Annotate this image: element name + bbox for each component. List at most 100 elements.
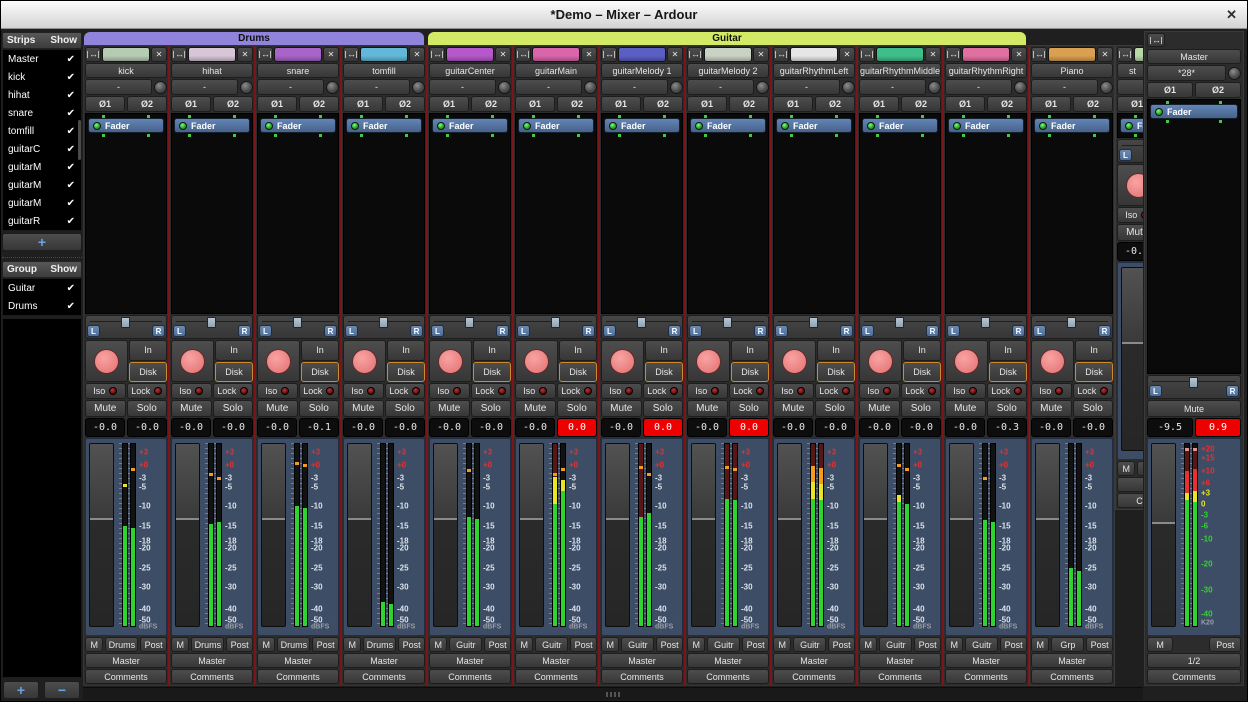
phase-invert-2-button[interactable]: Ø2 bbox=[471, 96, 511, 112]
trim-button[interactable]: - bbox=[601, 79, 668, 95]
panner-handle[interactable] bbox=[551, 317, 560, 328]
trim-knob[interactable] bbox=[670, 81, 683, 94]
visibility-checkbox[interactable]: ✔ bbox=[67, 216, 75, 227]
comments-button[interactable]: Comments bbox=[601, 669, 683, 684]
group-button[interactable]: Drums bbox=[363, 637, 396, 652]
panner-handle[interactable] bbox=[723, 317, 732, 328]
strip-close-button[interactable]: ✕ bbox=[323, 47, 339, 62]
master-send-button[interactable]: M bbox=[945, 637, 963, 652]
processor-box[interactable]: Fader bbox=[85, 113, 167, 314]
track-name-button[interactable]: guitarCenter bbox=[429, 63, 511, 78]
monitor-input-button[interactable]: In bbox=[989, 340, 1027, 361]
strip-width-button[interactable]: ↔ bbox=[1147, 33, 1165, 47]
solo-lock-button[interactable]: Lock bbox=[643, 383, 684, 399]
track-color-swatch[interactable] bbox=[446, 47, 494, 62]
gain-fader[interactable] bbox=[605, 443, 630, 627]
mute-button[interactable]: Mute bbox=[945, 400, 986, 417]
output-button[interactable]: Master bbox=[515, 653, 597, 668]
trim-knob[interactable] bbox=[240, 81, 253, 94]
gain-display[interactable]: -0.0 bbox=[859, 418, 899, 437]
phase-invert-1-button[interactable]: Ø1 bbox=[429, 96, 469, 112]
panner-widget[interactable]: LR bbox=[257, 315, 339, 339]
phase-invert-2-button[interactable]: Ø2 bbox=[127, 96, 167, 112]
comments-button[interactable]: Comments bbox=[859, 669, 941, 684]
gain-display[interactable]: -0.0 bbox=[171, 418, 211, 437]
panner-widget[interactable]: LR bbox=[1031, 315, 1113, 339]
peak-display[interactable]: -0.0 bbox=[1073, 418, 1113, 437]
trim-button[interactable]: - bbox=[85, 79, 152, 95]
group-button[interactable]: Guitr bbox=[621, 637, 654, 652]
track-name-button[interactable]: snare bbox=[257, 63, 339, 78]
solo-button[interactable]: Solo bbox=[815, 400, 856, 417]
group-button[interactable]: Guitr bbox=[707, 637, 740, 652]
strip-close-button[interactable]: ✕ bbox=[839, 47, 855, 62]
comments-button[interactable]: Comments bbox=[85, 669, 167, 684]
strip-close-button[interactable]: ✕ bbox=[753, 47, 769, 62]
processor-active-led[interactable] bbox=[1155, 108, 1163, 116]
group-button[interactable]: Drums bbox=[277, 637, 310, 652]
panner-widget[interactable]: LR bbox=[343, 315, 425, 339]
remove-group-button[interactable]: − bbox=[44, 681, 80, 699]
peak-display[interactable]: 0.0 bbox=[557, 418, 597, 437]
trim-knob[interactable] bbox=[154, 81, 167, 94]
metering-point-button[interactable]: Post bbox=[828, 637, 855, 652]
mute-button[interactable]: Mute bbox=[1031, 400, 1072, 417]
panner-handle[interactable] bbox=[465, 317, 474, 328]
visibility-checkbox[interactable]: ✔ bbox=[67, 90, 75, 101]
strip-width-button[interactable]: ↔ bbox=[515, 47, 531, 62]
strips-list-scrollbar[interactable] bbox=[78, 120, 81, 160]
track-name-button[interactable]: Master bbox=[1147, 49, 1241, 64]
phase-invert-2-button[interactable]: Ø2 bbox=[729, 96, 769, 112]
solo-isolate-button[interactable]: Iso bbox=[687, 383, 728, 399]
panner-handle[interactable] bbox=[1067, 317, 1076, 328]
metering-point-button[interactable]: Post bbox=[742, 637, 769, 652]
fader-handle[interactable] bbox=[434, 444, 457, 520]
gain-display[interactable]: -0.0 bbox=[343, 418, 383, 437]
strip-width-button[interactable]: ↔ bbox=[85, 47, 101, 62]
strip-width-button[interactable]: ↔ bbox=[343, 47, 359, 62]
panner-widget[interactable]: LR bbox=[429, 315, 511, 339]
peak-display[interactable]: -0.1 bbox=[299, 418, 339, 437]
phase-invert-2-button[interactable]: Ø2 bbox=[1073, 96, 1113, 112]
solo-lock-button[interactable]: Lock bbox=[987, 383, 1028, 399]
gain-display[interactable]: -0.0 bbox=[773, 418, 813, 437]
monitor-disk-button[interactable]: Disk bbox=[387, 362, 425, 383]
fader-handle[interactable] bbox=[864, 444, 887, 520]
group-button[interactable]: Guitr bbox=[879, 637, 912, 652]
fader-handle[interactable] bbox=[606, 444, 629, 520]
monitor-input-button[interactable]: In bbox=[731, 340, 769, 361]
strip-item-label[interactable]: Master bbox=[8, 54, 39, 65]
mute-button[interactable]: Mute bbox=[171, 400, 212, 417]
record-enable-button[interactable] bbox=[859, 340, 902, 382]
trim-button[interactable]: - bbox=[171, 79, 238, 95]
monitor-disk-button[interactable]: Disk bbox=[559, 362, 597, 383]
monitor-disk-button[interactable]: Disk bbox=[989, 362, 1027, 383]
record-enable-button[interactable] bbox=[343, 340, 386, 382]
gain-fader[interactable] bbox=[347, 443, 372, 627]
track-color-swatch[interactable] bbox=[102, 47, 150, 62]
add-strip-button[interactable]: + bbox=[2, 233, 82, 251]
peak-display[interactable]: 0.0 bbox=[729, 418, 769, 437]
gain-display[interactable]: -0.0 bbox=[85, 418, 125, 437]
strip-item-label[interactable]: guitarM bbox=[8, 180, 41, 191]
visibility-checkbox[interactable]: ✔ bbox=[67, 162, 75, 173]
fader-handle[interactable] bbox=[1036, 444, 1059, 520]
solo-lock-button[interactable]: Lock bbox=[385, 383, 426, 399]
track-color-swatch[interactable] bbox=[1134, 47, 1143, 62]
phase-invert-1-button[interactable]: Ø1 bbox=[515, 96, 555, 112]
strip-width-button[interactable]: ↔ bbox=[1117, 47, 1133, 62]
metering-point-button[interactable]: Post bbox=[312, 637, 339, 652]
fader-handle[interactable] bbox=[1122, 268, 1143, 344]
fader-processor-entry[interactable]: Fader bbox=[432, 118, 508, 133]
group-button[interactable]: Drums bbox=[105, 637, 138, 652]
solo-lock-button[interactable]: Lock bbox=[815, 383, 856, 399]
phase-invert-1-button[interactable]: Ø1 bbox=[257, 96, 297, 112]
horizontal-scrollbar[interactable] bbox=[83, 687, 1143, 700]
panner-handle[interactable] bbox=[379, 317, 388, 328]
strip-width-button[interactable]: ↔ bbox=[687, 47, 703, 62]
processor-active-led[interactable] bbox=[523, 122, 531, 130]
phase-invert-1-button[interactable]: Ø1 bbox=[687, 96, 727, 112]
output-button[interactable]: Master bbox=[1031, 653, 1113, 668]
master-send-button[interactable]: M bbox=[343, 637, 361, 652]
strip-close-button[interactable]: ✕ bbox=[667, 47, 683, 62]
